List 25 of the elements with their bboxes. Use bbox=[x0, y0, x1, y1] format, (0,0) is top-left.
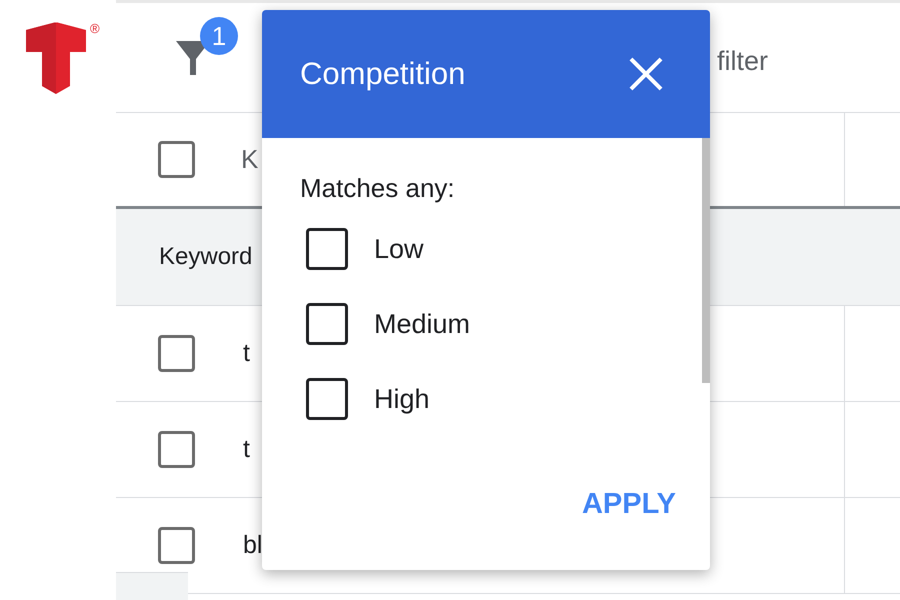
checkbox[interactable] bbox=[158, 335, 195, 372]
apply-button[interactable]: APPLY bbox=[582, 482, 676, 526]
checkbox[interactable] bbox=[306, 378, 348, 420]
option-label: Low bbox=[374, 232, 424, 266]
checkbox[interactable] bbox=[158, 141, 195, 178]
table-cell-text: bl bbox=[243, 530, 262, 561]
filter-count-badge: 1 bbox=[200, 17, 238, 55]
column-header: K bbox=[241, 143, 258, 176]
table-cell-text: t bbox=[243, 434, 250, 465]
group-label: Keyword bbox=[159, 242, 252, 272]
registered-mark: ® bbox=[90, 22, 100, 35]
scroll-handle[interactable] bbox=[116, 572, 188, 600]
close-icon bbox=[629, 57, 663, 91]
close-button[interactable] bbox=[628, 56, 664, 92]
logo-icon bbox=[26, 22, 86, 94]
checkbox[interactable] bbox=[306, 228, 348, 270]
option-label: High bbox=[374, 382, 430, 416]
checkbox[interactable] bbox=[158, 527, 195, 564]
popup-title: Competition bbox=[300, 54, 466, 93]
filter-label: filter bbox=[717, 45, 768, 78]
table-cell-text: t bbox=[243, 338, 250, 369]
checkbox[interactable] bbox=[158, 431, 195, 468]
option-label: Medium bbox=[374, 308, 470, 341]
checkbox[interactable] bbox=[306, 303, 348, 345]
popup-subtitle: Matches any: bbox=[300, 172, 456, 204]
